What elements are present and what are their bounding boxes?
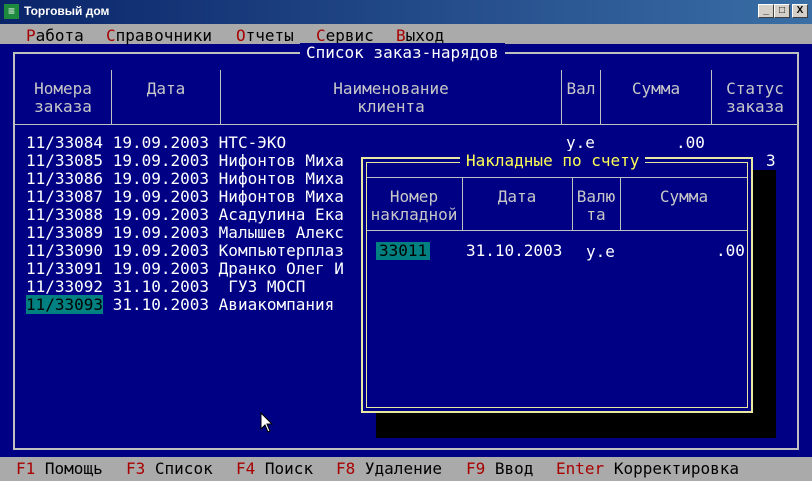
header-separator bbox=[15, 124, 797, 125]
popup-header-top-line bbox=[367, 177, 747, 178]
column-divider bbox=[600, 70, 601, 124]
mouse-cursor-icon bbox=[260, 412, 274, 433]
f9-enter-key[interactable]: F9 Ввод bbox=[466, 459, 533, 478]
popup-column-divider bbox=[462, 178, 463, 230]
table-row[interactable]: 11/33084 19.09.2003 НТС-ЭКО bbox=[26, 134, 344, 152]
menu-reports[interactable]: Отчеты bbox=[236, 26, 294, 45]
popup-column-divider bbox=[572, 178, 573, 230]
column-divider bbox=[220, 70, 221, 124]
table-row[interactable]: 11/33085 19.09.2003 Нифонтов Миха bbox=[26, 152, 344, 170]
popup-col-header-sum: Сумма bbox=[659, 187, 709, 206]
popup-invoice-currency: у.е bbox=[586, 242, 615, 261]
f8-delete-key[interactable]: F8 Удаление bbox=[336, 459, 442, 478]
menu-work[interactable]: Работа bbox=[26, 26, 84, 45]
app-icon[interactable]: ≡ bbox=[4, 4, 19, 19]
popup-col-header-number: Номер накладной bbox=[370, 187, 458, 224]
table-row[interactable]: 11/33091 19.09.2003 Дранко Олег И bbox=[26, 260, 344, 278]
col-header-date: Дата bbox=[146, 79, 186, 98]
close-button[interactable]: X bbox=[792, 4, 808, 18]
popup-col-header-currency: Валю та bbox=[576, 187, 616, 224]
col-header-client: Наименование клиента bbox=[333, 79, 449, 116]
col-header-sum: Сумма bbox=[631, 79, 681, 98]
table-row[interactable]: 11/33090 19.09.2003 Компьютерплаз bbox=[26, 242, 344, 260]
f3-list-key[interactable]: F3 Список bbox=[126, 459, 213, 478]
title-bar bbox=[0, 0, 812, 24]
col-header-status: Статус заказа bbox=[726, 79, 784, 116]
window-title: Торговый дом bbox=[24, 4, 110, 18]
row-currency: у.е bbox=[566, 133, 595, 152]
popup-selected-invoice[interactable]: 33011 bbox=[376, 242, 431, 260]
popup-title: Накладные по счету bbox=[460, 151, 646, 170]
orders-frame-title: Список заказ-нарядов bbox=[300, 43, 505, 62]
row-sum: .00 bbox=[676, 133, 705, 152]
orders-list: 11/33084 19.09.2003 НТС-ЭКО 11/33085 19.… bbox=[26, 134, 344, 314]
popup-column-divider bbox=[620, 178, 621, 230]
column-divider bbox=[111, 70, 112, 124]
popup-invoice-sum: .00 bbox=[716, 241, 745, 260]
f4-search-key[interactable]: F4 Поиск bbox=[236, 459, 313, 478]
table-row[interactable]: 11/33092 31.10.2003 ГУЗ МОСП bbox=[26, 278, 344, 296]
table-row-selected[interactable]: 11/33093 31.10.2003 Авиакомпания bbox=[26, 295, 344, 314]
table-row[interactable]: 11/33086 19.09.2003 Нифонтов Миха bbox=[26, 170, 344, 188]
row-status: З bbox=[766, 151, 776, 170]
popup-invoice-date: 31.10.2003 bbox=[466, 241, 563, 260]
table-row[interactable]: 11/33088 19.09.2003 Асадулина Ека bbox=[26, 206, 344, 224]
popup-col-header-date: Дата bbox=[497, 187, 537, 206]
menu-references[interactable]: Справочники bbox=[106, 26, 212, 45]
maximize-button[interactable]: □ bbox=[774, 4, 790, 18]
column-divider bbox=[561, 70, 562, 124]
table-row[interactable]: 11/33089 19.09.2003 Малышев Алекс bbox=[26, 224, 344, 242]
col-header-order-no: Номера заказа bbox=[34, 79, 92, 116]
minimize-button[interactable]: _ bbox=[758, 4, 774, 18]
table-row[interactable]: 11/33087 19.09.2003 Нифонтов Миха bbox=[26, 188, 344, 206]
popup-header-separator bbox=[367, 230, 747, 231]
selected-order-cell: 11/33093 bbox=[26, 295, 104, 314]
f1-help-key[interactable]: F1 Помощь bbox=[16, 459, 103, 478]
col-header-currency: Вал bbox=[566, 79, 596, 98]
column-divider bbox=[711, 70, 712, 124]
enter-edit-key[interactable]: Enter Корректировка bbox=[556, 459, 739, 478]
